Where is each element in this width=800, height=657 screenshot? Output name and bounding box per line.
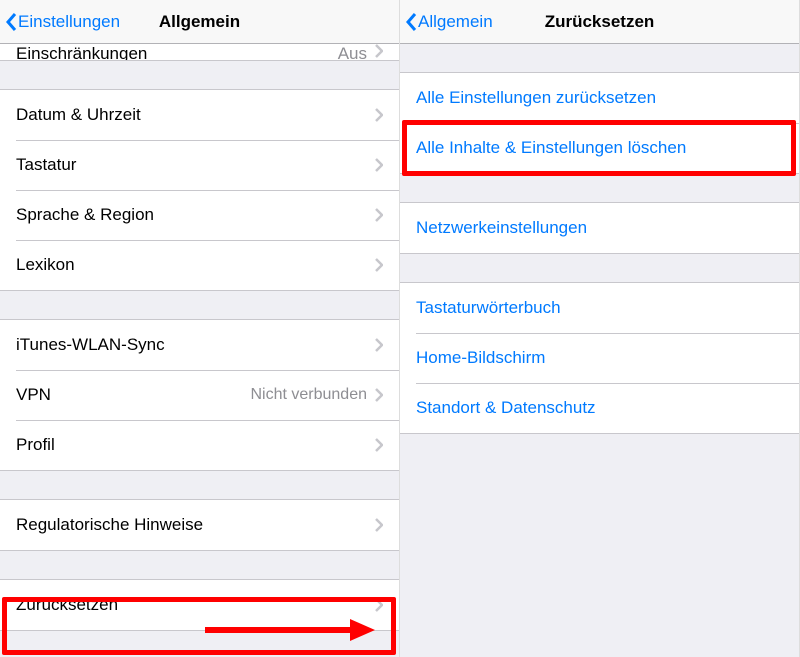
row-label: Regulatorische Hinweise: [16, 515, 375, 535]
chevron-right-icon: [375, 258, 383, 272]
navbar: Einstellungen Allgemein: [0, 0, 399, 44]
back-button[interactable]: Allgemein: [406, 12, 493, 32]
chevron-right-icon: [375, 388, 383, 402]
row-value: Aus: [338, 44, 367, 60]
group-reset-all: Alle Einstellungen zurücksetzen Alle Inh…: [400, 72, 799, 174]
row-erase-all[interactable]: Alle Inhalte & Einstellungen löschen: [400, 123, 799, 173]
navbar: Allgemein Zurücksetzen: [400, 0, 799, 44]
chevron-right-icon: [375, 438, 383, 452]
chevron-left-icon: [406, 12, 418, 32]
group-cutoff: Einschränkungen Aus: [0, 44, 399, 61]
row-label: Zurücksetzen: [16, 595, 375, 615]
row-label: Alle Inhalte & Einstellungen löschen: [416, 138, 783, 158]
row-profile[interactable]: Profil: [0, 420, 399, 470]
group-reset: Zurücksetzen: [0, 579, 399, 631]
row-keyboard[interactable]: Tastatur: [0, 140, 399, 190]
row-date-time[interactable]: Datum & Uhrzeit: [0, 90, 399, 140]
page-title: Allgemein: [159, 12, 240, 32]
row-regulatory[interactable]: Regulatorische Hinweise: [0, 500, 399, 550]
back-button[interactable]: Einstellungen: [6, 12, 120, 32]
row-label: Datum & Uhrzeit: [16, 105, 375, 125]
row-language-region[interactable]: Sprache & Region: [0, 190, 399, 240]
row-itunes-wlan-sync[interactable]: iTunes-WLAN-Sync: [0, 320, 399, 370]
row-label: Lexikon: [16, 255, 375, 275]
group-locale: Datum & Uhrzeit Tastatur Sprache & Regio…: [0, 89, 399, 291]
row-label: Einschränkungen: [16, 44, 338, 60]
chevron-right-icon: [375, 208, 383, 222]
chevron-right-icon: [375, 108, 383, 122]
page-title: Zurücksetzen: [545, 12, 655, 32]
row-label: iTunes-WLAN-Sync: [16, 335, 375, 355]
row-label: Tastatur: [16, 155, 375, 175]
row-label: VPN: [16, 385, 250, 405]
row-dictionary[interactable]: Lexikon: [0, 240, 399, 290]
row-label: Profil: [16, 435, 375, 455]
group-sync: iTunes-WLAN-Sync VPN Nicht verbunden Pro…: [0, 319, 399, 471]
row-label: Standort & Datenschutz: [416, 398, 783, 418]
chevron-right-icon: [375, 44, 383, 58]
row-label: Sprache & Region: [16, 205, 375, 225]
row-restrictions[interactable]: Einschränkungen Aus: [0, 44, 399, 60]
row-location-privacy[interactable]: Standort & Datenschutz: [400, 383, 799, 433]
row-label: Alle Einstellungen zurücksetzen: [416, 88, 783, 108]
screen-general: Einstellungen Allgemein Einschränkungen …: [0, 0, 400, 657]
group-misc: Tastaturwörterbuch Home-Bildschirm Stand…: [400, 282, 799, 434]
chevron-left-icon: [6, 12, 18, 32]
row-keyboard-dictionary[interactable]: Tastaturwörterbuch: [400, 283, 799, 333]
chevron-right-icon: [375, 598, 383, 612]
back-label: Einstellungen: [18, 12, 120, 32]
row-value: Nicht verbunden: [250, 386, 367, 404]
content: Einschränkungen Aus Datum & Uhrzeit Tast…: [0, 44, 399, 657]
row-label: Home-Bildschirm: [416, 348, 783, 368]
row-label: Netzwerkeinstellungen: [416, 218, 783, 238]
row-vpn[interactable]: VPN Nicht verbunden: [0, 370, 399, 420]
chevron-right-icon: [375, 338, 383, 352]
group-network: Netzwerkeinstellungen: [400, 202, 799, 254]
row-home-screen[interactable]: Home-Bildschirm: [400, 333, 799, 383]
screen-reset: Allgemein Zurücksetzen Alle Einstellunge…: [400, 0, 800, 657]
group-regulatory: Regulatorische Hinweise: [0, 499, 399, 551]
row-network-settings[interactable]: Netzwerkeinstellungen: [400, 203, 799, 253]
content: Alle Einstellungen zurücksetzen Alle Inh…: [400, 44, 799, 657]
row-label: Tastaturwörterbuch: [416, 298, 783, 318]
chevron-right-icon: [375, 158, 383, 172]
back-label: Allgemein: [418, 12, 493, 32]
row-reset[interactable]: Zurücksetzen: [0, 580, 399, 630]
chevron-right-icon: [375, 518, 383, 532]
row-reset-all-settings[interactable]: Alle Einstellungen zurücksetzen: [400, 73, 799, 123]
